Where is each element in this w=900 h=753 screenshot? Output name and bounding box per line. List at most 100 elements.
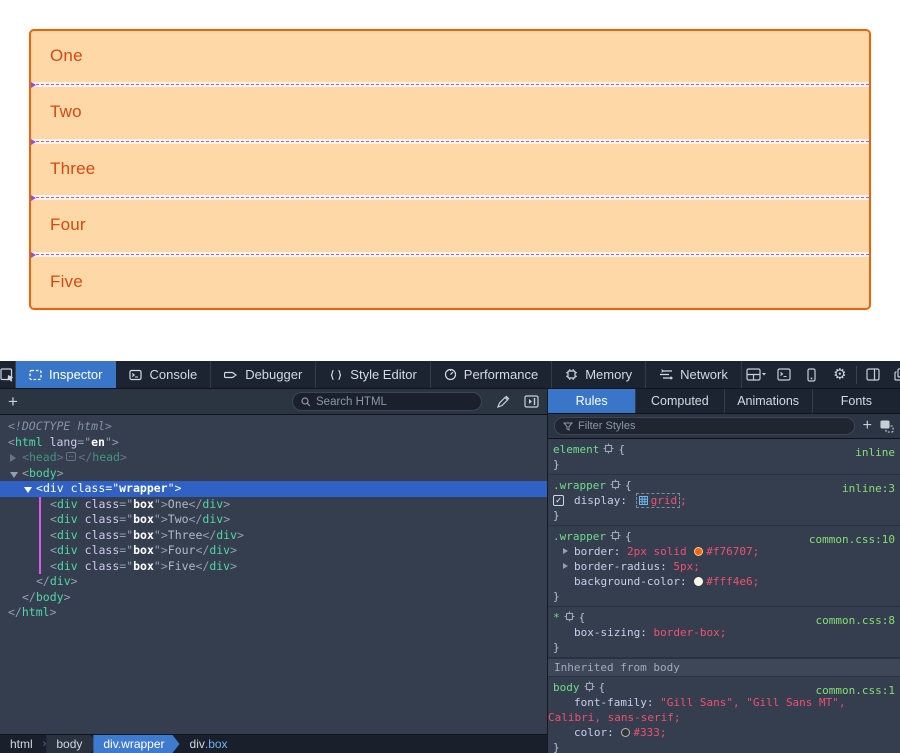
markup-toolbar: + xyxy=(0,389,547,415)
collapse-arrow-icon[interactable] xyxy=(10,454,16,462)
toolbar-separator xyxy=(856,366,857,384)
markup-token: lang xyxy=(43,435,78,449)
filter-styles-input[interactable] xyxy=(578,420,846,432)
search-html-input[interactable] xyxy=(316,396,446,408)
markup-token: </ xyxy=(202,528,216,542)
rule-selector[interactable]: .wrapper xyxy=(553,479,606,492)
filter-funnel-icon xyxy=(563,422,573,431)
markup-token: </ xyxy=(22,590,36,604)
css-declaration[interactable]: font-family: "Gill Sans", "Gill Sans MT"… xyxy=(548,695,900,725)
expand-arrow-icon[interactable] xyxy=(10,472,18,478)
selector-highlighter-icon[interactable] xyxy=(610,479,621,490)
three-pane-toggle-icon xyxy=(524,395,539,408)
markup-row[interactable]: </html> xyxy=(0,605,547,621)
markup-row[interactable]: <div class="box">Four</div> xyxy=(0,543,547,559)
responsive-design-mode-button[interactable] xyxy=(798,361,826,389)
add-node-button[interactable]: + xyxy=(8,393,30,410)
declaration-checkbox[interactable]: ✓ xyxy=(553,495,564,506)
property-name: color xyxy=(574,726,607,739)
debugger-icon xyxy=(224,369,238,381)
breadcrumb-item-html[interactable]: html xyxy=(0,735,43,753)
markup-token: class xyxy=(78,528,120,542)
css-declaration[interactable]: color: #333; xyxy=(548,725,900,740)
tab-style-editor[interactable]: Style Editor xyxy=(316,361,430,388)
eyedropper-button[interactable] xyxy=(496,395,510,409)
rules-view: element{inline}.wrapper{inline:3✓display… xyxy=(548,439,900,753)
tab-computed[interactable]: Computed xyxy=(636,389,724,413)
markup-row[interactable]: <div class="wrapper"> xyxy=(0,481,547,497)
rule-selector[interactable]: .wrapper xyxy=(553,530,606,543)
markup-row[interactable]: <div class="box">Five</div> xyxy=(0,559,547,575)
css-declaration[interactable]: background-color: #fff4e6; xyxy=(548,574,900,589)
selector-highlighter-icon[interactable] xyxy=(610,530,621,541)
markup-panel: + xyxy=(0,389,548,753)
tab-inspector[interactable]: Inspector xyxy=(16,361,116,388)
expand-arrow-icon[interactable] xyxy=(24,487,32,493)
property-colon: : xyxy=(620,494,633,507)
page-box: Three xyxy=(31,144,869,195)
markup-token: One xyxy=(168,497,189,511)
markup-row[interactable]: <div class="box">Two</div> xyxy=(0,512,547,528)
markup-token: box xyxy=(133,528,154,542)
markup-token: > xyxy=(64,590,71,604)
dock-options-button[interactable] xyxy=(742,361,770,389)
css-declaration[interactable]: ✓display: grid; xyxy=(548,493,900,508)
css-declaration[interactable]: border-radius: 5px; xyxy=(548,559,900,574)
selector-highlighter-icon[interactable] xyxy=(564,611,575,622)
three-pane-toggle-button[interactable] xyxy=(524,395,539,408)
tab-network[interactable]: Network xyxy=(646,361,742,388)
breadcrumb-label: body xyxy=(56,737,82,751)
settings-button[interactable]: ⚙ xyxy=(826,361,854,389)
markup-row[interactable]: <!DOCTYPE html> xyxy=(0,419,547,435)
markup-row[interactable]: <div class="box">One</div> xyxy=(0,497,547,513)
filter-styles-box[interactable] xyxy=(554,417,855,435)
tab-debugger[interactable]: Debugger xyxy=(211,361,316,388)
tab-label: Memory xyxy=(585,367,632,382)
expand-property-icon[interactable] xyxy=(563,548,568,554)
collapsed-content-badge: ⋯ xyxy=(66,452,77,461)
separate-window-button[interactable] xyxy=(887,361,900,389)
breadcrumb-item-div-wrapper[interactable]: div.wrapper xyxy=(93,735,179,753)
markup-row[interactable]: <body> xyxy=(0,466,547,482)
tab-memory[interactable]: Memory xyxy=(552,361,646,388)
css-declaration[interactable]: box-sizing: border-box; xyxy=(548,625,900,640)
markup-token: < xyxy=(22,450,29,464)
tab-animations[interactable]: Animations xyxy=(725,389,813,413)
property-value: 5px xyxy=(673,560,693,573)
property-value: #fff4e6 xyxy=(706,575,752,588)
tab-rules[interactable]: Rules xyxy=(548,389,636,413)
color-swatch[interactable] xyxy=(621,728,630,737)
markup-row[interactable]: <div class="box">Three</div> xyxy=(0,528,547,544)
markup-token: =" xyxy=(119,543,133,557)
markup-token: > xyxy=(237,528,244,542)
rule-selector[interactable]: * xyxy=(553,611,560,624)
rule-selector[interactable]: body xyxy=(553,681,580,694)
breadcrumb-item-div[interactable]: div.box xyxy=(180,735,238,753)
grid-highlighter-toggle[interactable]: grid xyxy=(636,493,681,508)
rule-selector[interactable]: element xyxy=(553,443,599,456)
css-declaration[interactable]: border: 2px solid #f76707; xyxy=(548,544,900,559)
markup-row[interactable]: </div> xyxy=(0,574,547,590)
add-rule-button[interactable]: + xyxy=(863,418,872,434)
color-swatch[interactable] xyxy=(694,577,703,586)
split-console-button[interactable] xyxy=(770,361,798,389)
markup-token: div xyxy=(57,528,78,542)
markup-token: class xyxy=(78,512,120,526)
pseudo-class-panel-button[interactable] xyxy=(880,420,894,433)
expand-property-icon[interactable] xyxy=(563,563,568,569)
tab-console[interactable]: Console xyxy=(116,361,211,388)
markup-row[interactable]: </body> xyxy=(0,590,547,606)
color-swatch[interactable] xyxy=(694,547,703,556)
selector-highlighter-icon[interactable] xyxy=(603,443,614,454)
search-html-box[interactable] xyxy=(292,392,482,411)
breadcrumb-item-body[interactable]: body xyxy=(46,735,97,753)
markup-row[interactable]: <head>⋯</head> xyxy=(0,450,547,466)
selector-highlighter-icon[interactable] xyxy=(584,681,595,692)
breadcrumb-label: div.wrapper xyxy=(103,737,164,751)
element-picker-button[interactable] xyxy=(0,361,16,388)
open-brace: { xyxy=(625,530,632,543)
tab-performance[interactable]: Performance xyxy=(431,361,552,388)
tab-fonts[interactable]: Fonts xyxy=(813,389,900,413)
markup-row[interactable]: <html lang="en"> xyxy=(0,435,547,451)
dock-to-side-button[interactable] xyxy=(859,361,887,389)
